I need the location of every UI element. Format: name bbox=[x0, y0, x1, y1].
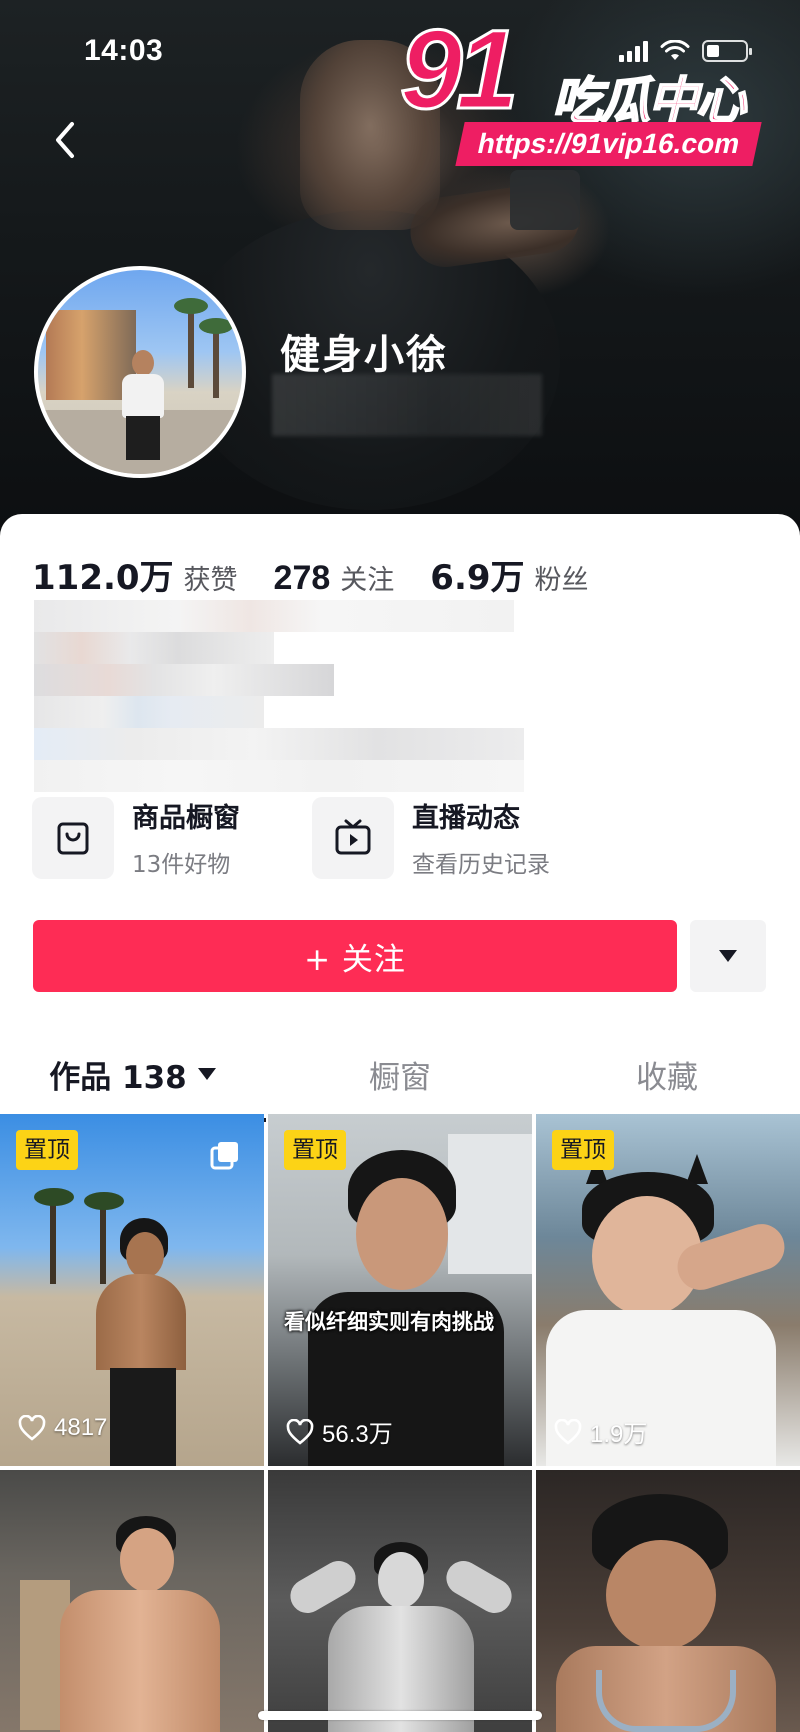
watermark-text: 吃瓜中心 bbox=[551, 72, 747, 130]
shortcut-live-subtitle: 查看历史记录 bbox=[412, 852, 550, 878]
follow-button[interactable]: + 关注 bbox=[33, 920, 677, 992]
profile-stats: 112.0万 获赞 278 关注 6.9万 粉丝 bbox=[32, 550, 625, 599]
watermark-number: 91 bbox=[399, 7, 521, 132]
pinned-badge: 置顶 bbox=[552, 1130, 614, 1170]
watermark: 91 吃瓜中心 https://91vip16.com bbox=[399, 7, 780, 166]
stat-following-label: 关注 bbox=[340, 565, 395, 596]
heart-icon bbox=[18, 1415, 46, 1441]
blurred-user-id bbox=[272, 374, 542, 436]
multi-image-icon bbox=[210, 1142, 238, 1170]
video-thumbnail[interactable] bbox=[0, 1470, 264, 1732]
like-count-value: 1.9万 bbox=[590, 1421, 648, 1448]
shortcut-showcase-title: 商品橱窗 bbox=[132, 803, 240, 834]
tab-works-label: 作品 138 bbox=[49, 1059, 187, 1096]
avatar[interactable] bbox=[34, 266, 246, 478]
video-thumbnail[interactable]: 置顶 4817 bbox=[0, 1114, 264, 1466]
tv-icon bbox=[335, 819, 371, 854]
tab-works[interactable]: 作品 138 bbox=[0, 1026, 266, 1122]
like-count: 1.9万 bbox=[554, 1414, 647, 1449]
stat-likes-label: 获赞 bbox=[183, 565, 238, 596]
profile-username: 健身小徐 bbox=[280, 332, 448, 378]
banner-figure-gun bbox=[510, 170, 580, 230]
video-caption: 看似纤细实则有肉挑战 bbox=[284, 1310, 494, 1334]
like-count-value: 56.3万 bbox=[322, 1421, 393, 1448]
video-thumbnail[interactable]: 置顶 1.9万 bbox=[536, 1114, 800, 1466]
video-grid: 置顶 4817 置顶 看似纤细实则有肉挑战 56.3万 置顶 1.9万 bbox=[0, 1114, 800, 1732]
stat-likes[interactable]: 112.0万 获赞 bbox=[32, 550, 238, 599]
profile-shortcuts: 商品橱窗 13件好物 直播动态 查看历史记录 bbox=[32, 796, 772, 886]
stat-followers[interactable]: 6.9万 粉丝 bbox=[430, 550, 588, 599]
profile-tabs: 作品 138 橱窗 收藏 bbox=[0, 1026, 800, 1122]
stat-likes-value: 112.0万 bbox=[32, 558, 174, 598]
chevron-left-icon bbox=[56, 122, 74, 158]
shortcut-live-history[interactable]: 直播动态 查看历史记录 bbox=[312, 796, 550, 879]
shopping-bag-icon bbox=[57, 822, 89, 854]
stat-following-value: 278 bbox=[273, 559, 331, 597]
video-thumbnail[interactable]: 置顶 看似纤细实则有肉挑战 56.3万 bbox=[268, 1114, 532, 1466]
video-thumbnail[interactable] bbox=[536, 1470, 800, 1732]
tab-showcase[interactable]: 橱窗 bbox=[266, 1026, 534, 1122]
stat-followers-value: 6.9万 bbox=[430, 558, 525, 598]
caret-down-icon bbox=[197, 1068, 216, 1080]
tab-favorites[interactable]: 收藏 bbox=[534, 1026, 800, 1122]
like-count: 4817 bbox=[18, 1414, 107, 1442]
stat-following[interactable]: 278 关注 bbox=[274, 558, 395, 598]
shortcut-showcase-subtitle: 13件好物 bbox=[132, 852, 231, 878]
status-time: 14:03 bbox=[84, 34, 164, 67]
tab-favorites-label: 收藏 bbox=[636, 1059, 698, 1096]
pinned-badge: 置顶 bbox=[16, 1130, 78, 1170]
video-thumbnail[interactable] bbox=[268, 1470, 532, 1732]
blurred-bio bbox=[34, 600, 574, 792]
heart-icon bbox=[286, 1418, 314, 1445]
pinned-badge: 置顶 bbox=[284, 1130, 346, 1170]
heart-icon bbox=[554, 1418, 582, 1445]
caret-down-icon bbox=[719, 950, 737, 962]
watermark-url: https://91vip16.com bbox=[455, 122, 763, 166]
tab-showcase-label: 橱窗 bbox=[369, 1059, 431, 1096]
more-options-button[interactable] bbox=[690, 920, 766, 992]
avatar-person bbox=[118, 350, 168, 460]
shortcut-product-showcase[interactable]: 商品橱窗 13件好物 bbox=[32, 796, 240, 879]
shortcut-live-title: 直播动态 bbox=[412, 803, 520, 834]
home-indicator[interactable] bbox=[258, 1711, 542, 1720]
like-count-value: 4817 bbox=[54, 1414, 108, 1441]
like-count: 56.3万 bbox=[286, 1414, 393, 1449]
back-button[interactable] bbox=[40, 112, 90, 168]
stat-followers-label: 粉丝 bbox=[534, 565, 589, 596]
